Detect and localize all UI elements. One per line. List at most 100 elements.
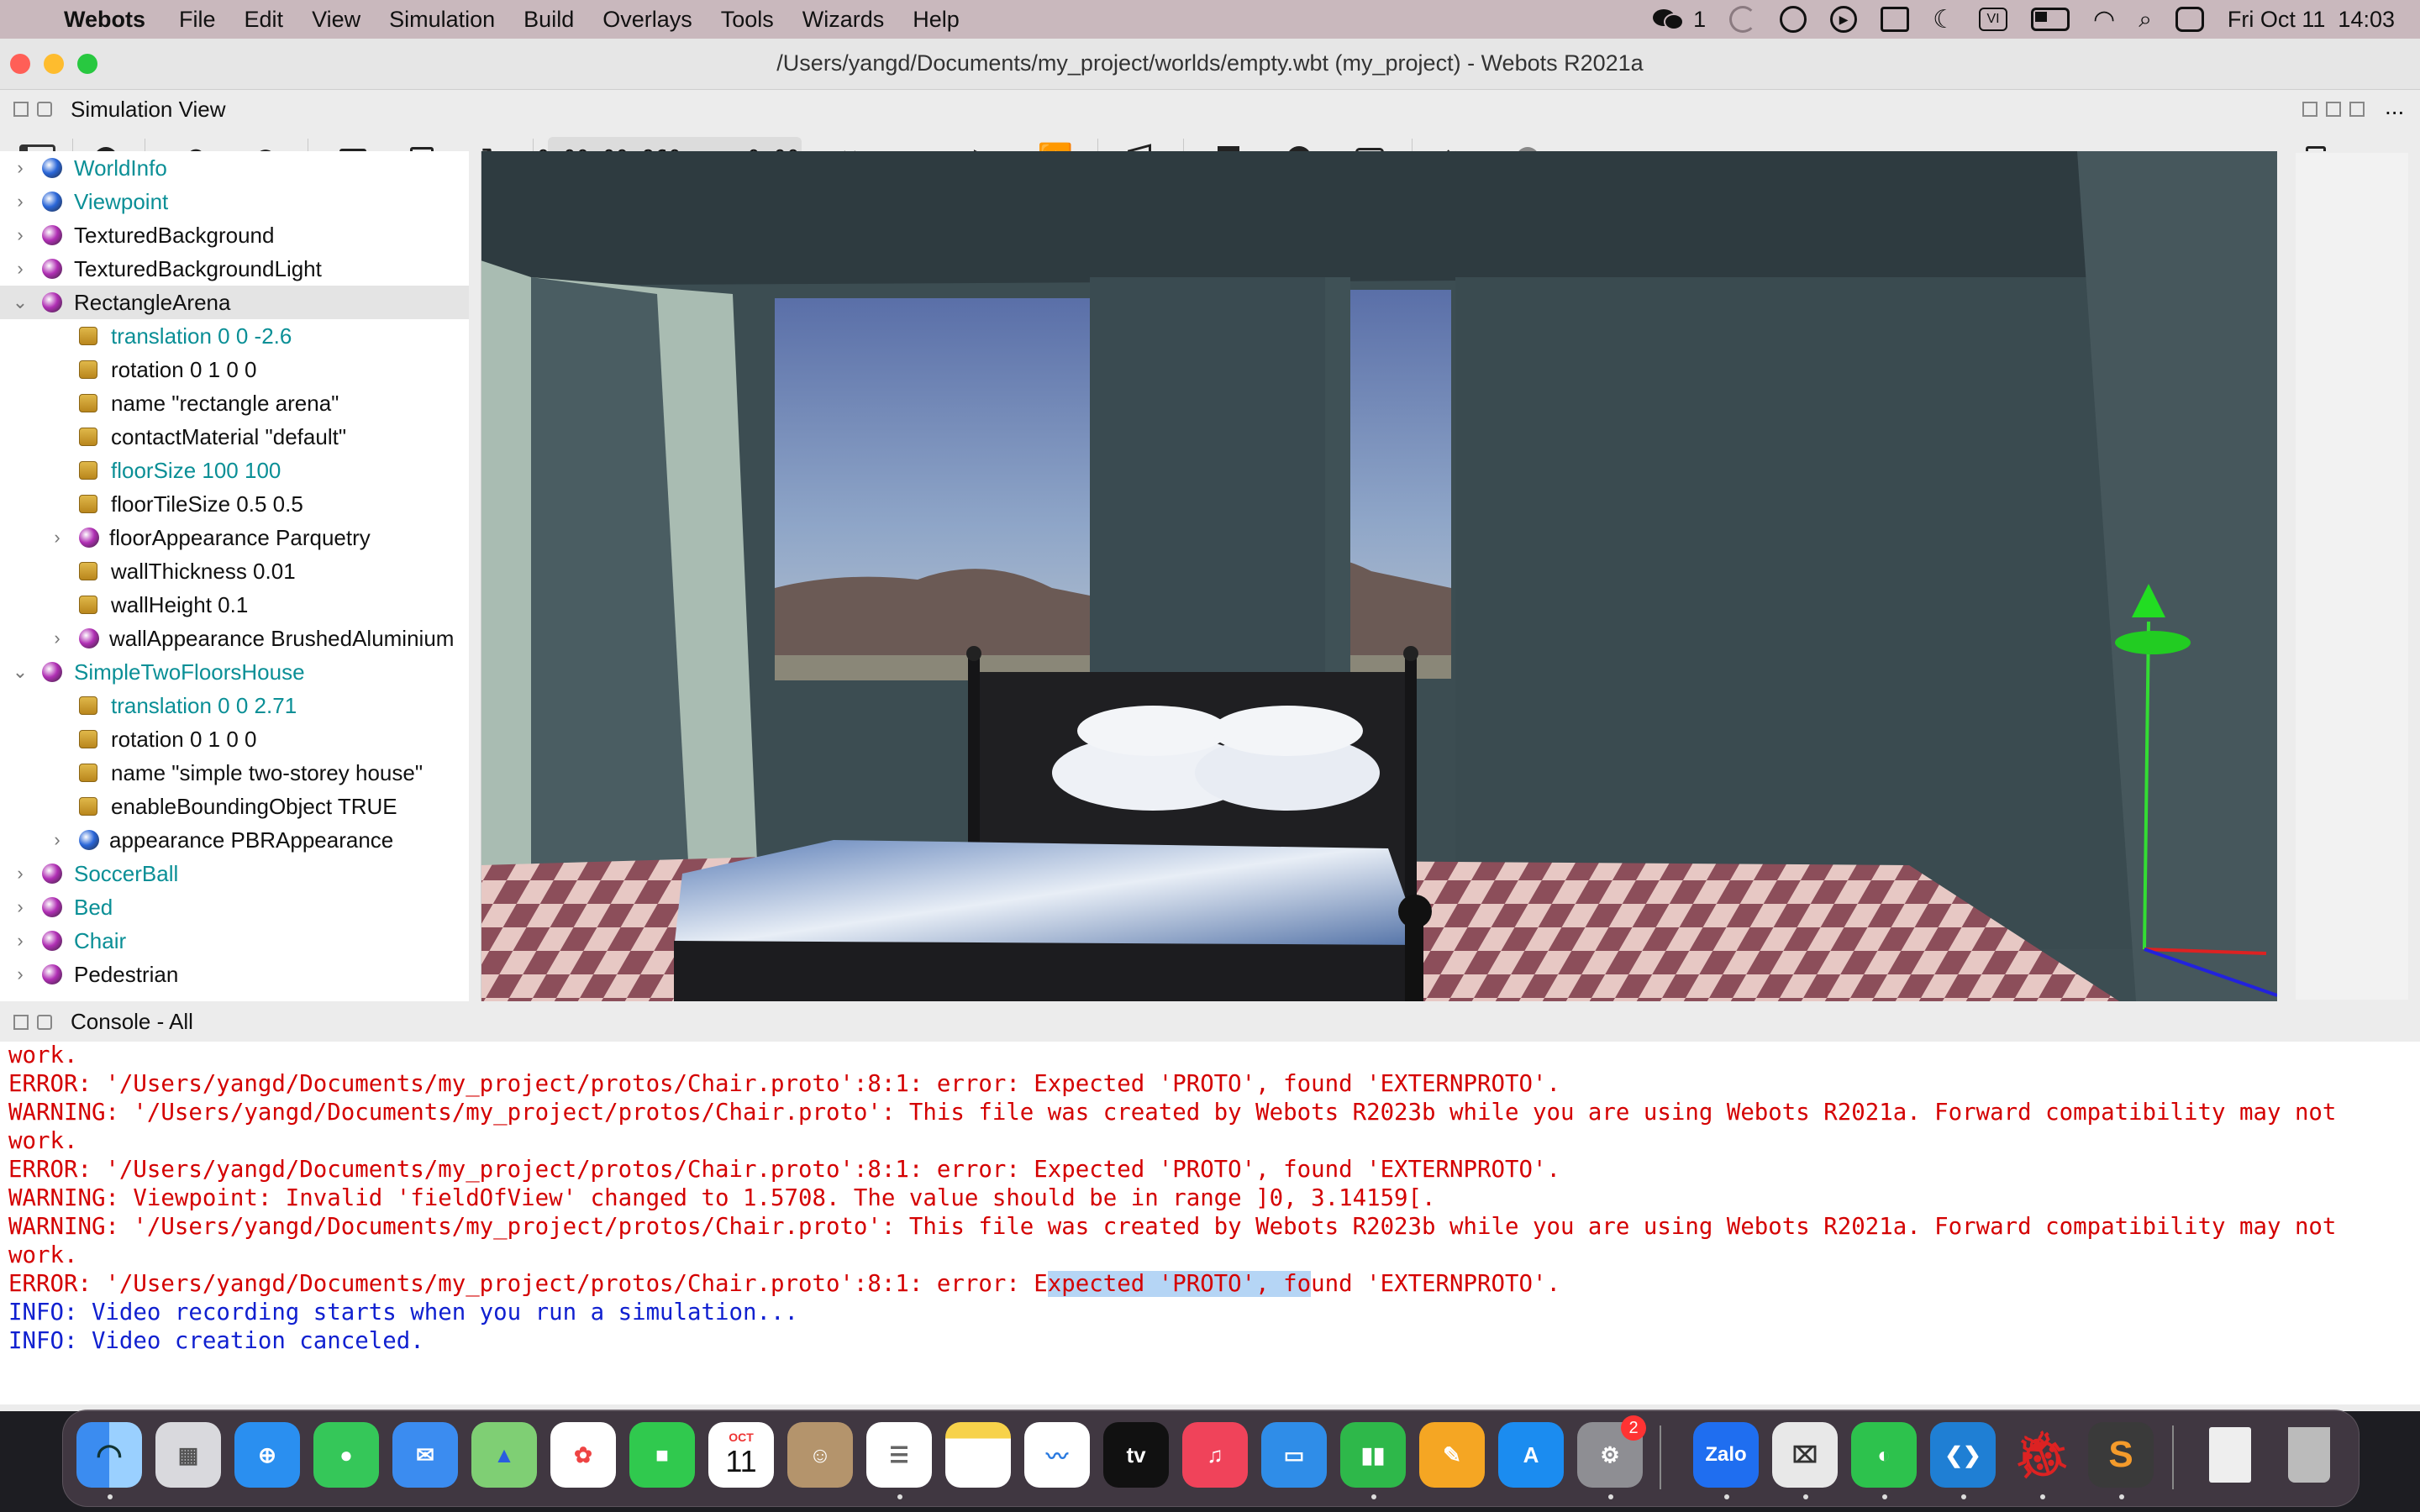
dark-mode-moon-icon[interactable]: ☾: [1933, 5, 1955, 34]
expand-chevron-icon[interactable]: ›: [12, 896, 29, 918]
music-icon[interactable]: ♫: [1182, 1422, 1248, 1488]
float-console-icon[interactable]: [37, 1015, 52, 1030]
scene-tree-row[interactable]: › wallAppearance BrushedAluminium: [0, 622, 469, 655]
expand-chevron-icon[interactable]: ›: [12, 930, 29, 952]
freeform-icon[interactable]: 〰: [1024, 1422, 1090, 1488]
appletv-icon[interactable]: tv: [1103, 1422, 1169, 1488]
scene-tree-row[interactable]: contactMaterial "default": [0, 420, 469, 454]
menu-edit[interactable]: Edit: [245, 7, 284, 33]
mail-icon[interactable]: ✉: [392, 1422, 458, 1488]
expand-chevron-icon[interactable]: ›: [12, 157, 29, 179]
screenshot-app-icon[interactable]: ⌧: [1772, 1422, 1838, 1488]
float-dock-icon[interactable]: [37, 102, 52, 117]
maximize-panel-icon[interactable]: [2349, 102, 2365, 117]
photos-icon[interactable]: ✿: [550, 1422, 616, 1488]
splitter-handle[interactable]: [469, 151, 481, 1001]
spotlight-search-icon[interactable]: ⌕: [2139, 6, 2152, 34]
menu-simulation[interactable]: Simulation: [389, 7, 495, 33]
launchpad-icon[interactable]: ▦: [155, 1422, 221, 1488]
zalo-icon[interactable]: Zalo: [1693, 1422, 1759, 1488]
wifi-icon[interactable]: ◠: [2093, 5, 2115, 34]
scene-tree-row[interactable]: › TexturedBackgroundLight: [0, 252, 469, 286]
finder-icon[interactable]: ◠: [76, 1422, 142, 1488]
scene-tree-row[interactable]: › WorldInfo: [0, 151, 469, 185]
menu-build[interactable]: Build: [523, 7, 574, 33]
expand-chevron-icon[interactable]: ›: [49, 627, 66, 649]
keynote-icon[interactable]: ▭: [1261, 1422, 1327, 1488]
documents-folder-icon[interactable]: [2197, 1422, 2263, 1488]
scene-tree-row[interactable]: floorSize 100 100: [0, 454, 469, 487]
close-dock-icon[interactable]: [13, 102, 29, 117]
media-play-icon[interactable]: ▶: [1830, 6, 1858, 33]
input-method-indicator[interactable]: VI: [1979, 8, 2008, 31]
window-switch-icon[interactable]: [1881, 7, 1910, 32]
scene-tree-row[interactable]: wallHeight 0.1: [0, 588, 469, 622]
control-center-icon[interactable]: [2175, 7, 2204, 32]
expand-chevron-icon[interactable]: ›: [12, 963, 29, 985]
pages-icon[interactable]: ✎: [1419, 1422, 1485, 1488]
expand-chevron-icon[interactable]: ›: [49, 829, 66, 851]
scene-tree-row[interactable]: name "simple two-storey house": [0, 756, 469, 790]
scene-tree-row[interactable]: › TexturedBackground: [0, 218, 469, 252]
vscode-icon[interactable]: ❮❯: [1930, 1422, 1996, 1488]
expand-chevron-icon[interactable]: ›: [12, 191, 29, 213]
numbers-icon[interactable]: ▮▮: [1340, 1422, 1406, 1488]
vpn-globe-icon[interactable]: [1780, 6, 1807, 33]
close-panel-icon[interactable]: [2302, 102, 2317, 117]
expand-chevron-icon[interactable]: ›: [49, 527, 66, 549]
expand-chevron-icon[interactable]: ›: [12, 258, 29, 280]
scene-tree-row[interactable]: › appearance PBRAppearance: [0, 823, 469, 857]
collapse-chevron-icon[interactable]: ⌄: [12, 291, 29, 313]
scene-tree-row[interactable]: › SoccerBall: [0, 857, 469, 890]
app-menu-webots[interactable]: Webots: [64, 7, 145, 33]
appstore-icon[interactable]: A: [1498, 1422, 1564, 1488]
scene-tree-row[interactable]: ⌄ SimpleTwoFloorsHouse: [0, 655, 469, 689]
scene-tree-row[interactable]: ⌄ RectangleArena: [0, 286, 469, 319]
loading-status-icon[interactable]: [1729, 6, 1757, 33]
close-console-icon[interactable]: [13, 1015, 29, 1030]
expand-chevron-icon[interactable]: ›: [12, 863, 29, 885]
text-editor-panel[interactable]: [2296, 153, 2408, 1000]
scene-tree-row[interactable]: translation 0 0 -2.6: [0, 319, 469, 353]
menu-tools[interactable]: Tools: [721, 7, 774, 33]
scene-tree-row[interactable]: › floorAppearance Parquetry: [0, 521, 469, 554]
contacts-icon[interactable]: ☺: [787, 1422, 853, 1488]
scene-tree[interactable]: › WorldInfo › Viewpoint › TexturedBackground ›…: [0, 151, 470, 1001]
scene-tree-row[interactable]: translation 0 0 2.71: [0, 689, 469, 722]
notes-icon[interactable]: [945, 1422, 1011, 1488]
maps-icon[interactable]: ▲: [471, 1422, 537, 1488]
wechat-icon[interactable]: ◐: [1851, 1422, 1917, 1488]
sublime-text-icon[interactable]: S: [2088, 1422, 2154, 1488]
expand-chevron-icon[interactable]: ›: [12, 224, 29, 246]
facetime-icon[interactable]: ■: [629, 1422, 695, 1488]
safari-icon[interactable]: ⊕: [234, 1422, 300, 1488]
calendar-icon[interactable]: OCT 11: [708, 1422, 774, 1488]
scene-tree-row[interactable]: rotation 0 1 0 0: [0, 722, 469, 756]
menu-help[interactable]: Help: [913, 7, 960, 33]
scene-tree-row[interactable]: wallThickness 0.01: [0, 554, 469, 588]
scene-tree-row[interactable]: floorTileSize 0.5 0.5: [0, 487, 469, 521]
more-options[interactable]: ...: [2385, 93, 2404, 120]
trash-icon[interactable]: [2276, 1422, 2342, 1488]
scene-tree-row[interactable]: › Pedestrian: [0, 958, 469, 991]
menubar-clock[interactable]: Fri Oct 11 14:03: [2228, 7, 2395, 33]
scene-tree-row[interactable]: › Chair: [0, 924, 469, 958]
scene-tree-row[interactable]: › Bed: [0, 890, 469, 924]
scene-tree-row[interactable]: rotation 0 1 0 0: [0, 353, 469, 386]
scene-tree-row[interactable]: › Viewpoint: [0, 185, 469, 218]
3d-view[interactable]: [481, 151, 2277, 1001]
menu-file[interactable]: File: [179, 7, 216, 33]
restore-panel-icon[interactable]: [2326, 102, 2341, 117]
scene-tree-row[interactable]: name "rectangle arena": [0, 386, 469, 420]
menu-view[interactable]: View: [312, 7, 360, 33]
scene-tree-row[interactable]: enableBoundingObject TRUE: [0, 790, 469, 823]
collapse-chevron-icon[interactable]: ⌄: [12, 661, 29, 683]
wechat-status-icon[interactable]: 1: [1651, 7, 1706, 33]
reminders-icon[interactable]: ☰: [866, 1422, 932, 1488]
console-output[interactable]: work. ERROR: '/Users/yangd/Documents/my_p…: [0, 1042, 2420, 1404]
messages-icon[interactable]: ●: [313, 1422, 379, 1488]
battery-icon[interactable]: [2031, 8, 2070, 31]
menu-overlays[interactable]: Overlays: [602, 7, 692, 33]
menu-wizards[interactable]: Wizards: [802, 7, 885, 33]
webots-ladybug-icon[interactable]: 🐞︎: [2009, 1422, 2075, 1488]
